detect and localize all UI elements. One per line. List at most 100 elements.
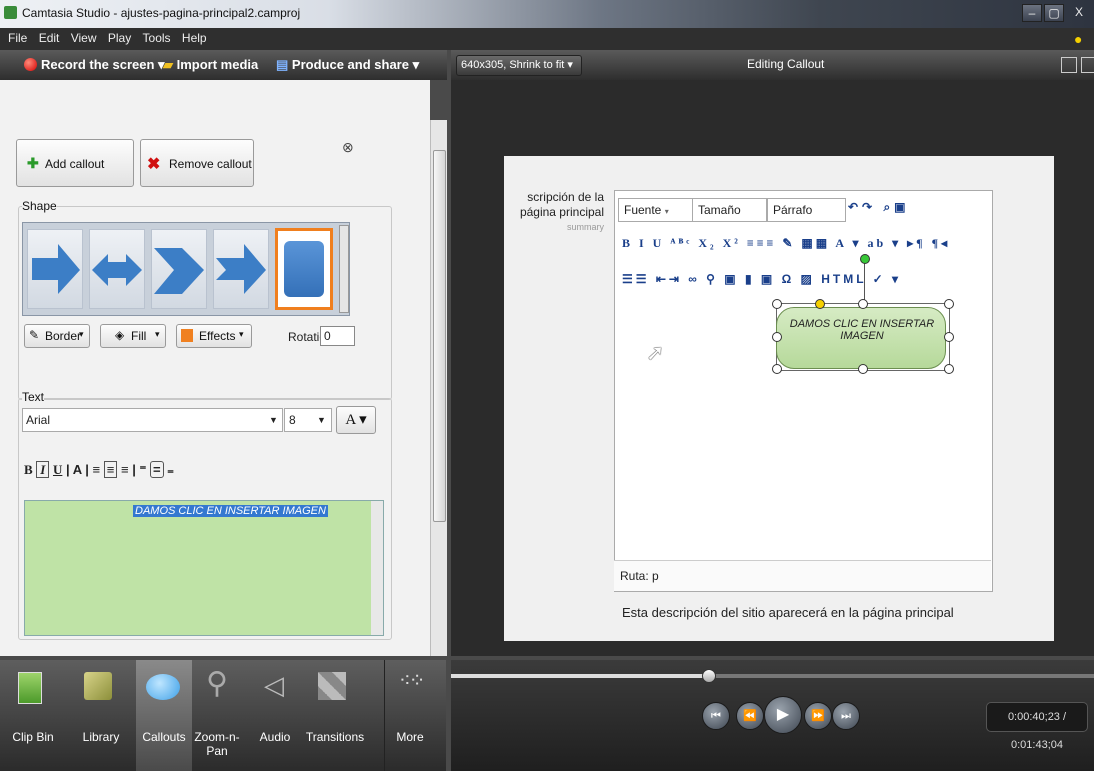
resize-handle-b[interactable]	[858, 364, 868, 374]
editor-size-value: Tamaño	[698, 203, 741, 217]
panel-scrollbar[interactable]	[430, 120, 447, 656]
font-size-select[interactable]: 8 ▼	[284, 408, 332, 432]
library-label: Library	[82, 730, 120, 744]
align-right-button[interactable]: ≡	[121, 462, 129, 477]
shape-chevron[interactable]	[151, 229, 207, 309]
preview-size-select[interactable]: 640x305, Shrink to fit ▾	[456, 55, 582, 76]
editor-path: Ruta: p	[620, 569, 659, 583]
menu-view[interactable]: View	[71, 31, 97, 45]
selected-callout-text: DAMOS CLIC EN INSERTAR IMAGEN	[133, 505, 328, 517]
fill-button[interactable]: ◈ Fill ▾	[100, 324, 166, 348]
callout-text: DAMOS CLIC EN INSERTAR IMAGEN	[789, 318, 935, 342]
callouts-icon	[146, 674, 180, 700]
play-button[interactable]: ▶	[764, 696, 802, 734]
editor-insert-row[interactable]: ☰☰ ⇤⇥ ∞ ⚲ ▣ ▮ ▣ Ω ▨ HTML ✓ ▾	[622, 272, 901, 286]
rewind-button[interactable]: ⏪	[736, 702, 764, 730]
zoom-n-pan-tab[interactable]: ⚲ Zoom-n-Pan	[192, 660, 252, 771]
fullscreen-icon[interactable]	[1061, 57, 1077, 73]
shape-arrow-right[interactable]	[27, 229, 83, 309]
editing-label: Editing Callout	[747, 57, 825, 71]
audio-tab[interactable]: ◁ Audio	[252, 660, 298, 771]
rotation-handle[interactable]	[860, 254, 870, 264]
border-dropdown-icon: ▾	[79, 329, 84, 339]
more-tab[interactable]: ⁖⁘ More	[384, 660, 435, 771]
effects-button[interactable]: Effects ▾	[176, 324, 252, 348]
menu-tools[interactable]: Tools	[143, 31, 171, 45]
menu-play[interactable]: Play	[108, 31, 131, 45]
remove-callout-button[interactable]: ✖ Remove callout	[140, 139, 254, 187]
italic-button[interactable]: I	[36, 461, 50, 478]
valign-top-button[interactable]: ⁼	[139, 462, 146, 477]
field-description: Esta descripción del sitio aparecerá en …	[622, 605, 954, 620]
transitions-icon	[318, 672, 346, 700]
panel-scroll-thumb[interactable]	[433, 150, 446, 522]
rotation-input[interactable]: 0	[320, 326, 355, 346]
import-label: Import media	[176, 57, 259, 72]
maximize-button[interactable]: ▢	[1044, 4, 1064, 22]
border-label: Border	[45, 329, 82, 343]
tail-handle[interactable]	[815, 299, 825, 309]
time-display: 0:00:40;23 / 0:01:43;04	[986, 702, 1088, 751]
resize-handle-tl[interactable]	[772, 299, 782, 309]
tip-bulb-icon[interactable]: ●	[1074, 31, 1082, 47]
resize-handle-r[interactable]	[944, 332, 954, 342]
menu-bar: File Edit View Play Tools Help ●	[0, 28, 1094, 50]
valign-middle-button[interactable]: =	[149, 461, 164, 478]
font-size-select-editor[interactable]: Tamaño	[692, 198, 767, 222]
font-dropdown-icon: ▼	[269, 415, 278, 425]
menu-file[interactable]: File	[8, 31, 27, 45]
effects-label: Effects	[199, 329, 236, 343]
zoom-n-pan-label: Zoom-n-Pan	[194, 730, 240, 758]
underline-button[interactable]: U	[53, 462, 62, 477]
minimize-button[interactable]: –	[1022, 4, 1042, 22]
bold-button[interactable]: B	[24, 462, 33, 477]
undo-redo-find-icons[interactable]: ↶↷ ⌕▣	[848, 200, 910, 215]
produce-share-button[interactable]: ▤ Produce and share ▾	[276, 57, 419, 73]
resize-handle-tr[interactable]	[944, 299, 954, 309]
border-button[interactable]: ✎ Border ▾	[24, 324, 90, 348]
shape-arrow-notch[interactable]	[213, 229, 269, 309]
callouts-tab-active[interactable]: Callouts	[136, 660, 192, 771]
transitions-tab[interactable]: Transitions	[298, 660, 372, 771]
import-media-button[interactable]: ▰ Import media	[163, 57, 258, 73]
font-family-select[interactable]: Fuente ▾	[618, 198, 693, 222]
align-center-button[interactable]: ≡	[103, 461, 118, 478]
align-left-button[interactable]: ≡	[93, 462, 101, 477]
menu-help[interactable]: Help	[182, 31, 207, 45]
detach-icon[interactable]	[1081, 57, 1094, 73]
library-tab[interactable]: Library	[66, 660, 136, 771]
fast-forward-button[interactable]: ⏩	[804, 702, 832, 730]
clip-bin-tab[interactable]: Clip Bin	[0, 660, 66, 771]
task-tabs: Clip Bin Library Callouts ⚲ Zoom-n-Pan ◁…	[0, 660, 446, 771]
menu-edit[interactable]: Edit	[39, 31, 60, 45]
callout-shape[interactable]: DAMOS CLIC EN INSERTAR IMAGEN	[776, 307, 946, 369]
font-color-button[interactable]: A ▾	[336, 406, 376, 434]
shape-arrow-double[interactable]	[89, 229, 145, 309]
resize-handle-bl[interactable]	[772, 364, 782, 374]
resize-handle-br[interactable]	[944, 364, 954, 374]
valign-bottom-button[interactable]: ₌	[167, 462, 174, 477]
callouts-label: Callouts	[142, 730, 186, 744]
record-screen-button[interactable]: Record the screen ▾	[24, 57, 165, 73]
font-select[interactable]: Arial ▼	[22, 408, 283, 432]
skip-start-button[interactable]: ⏮	[702, 702, 730, 730]
add-callout-button[interactable]: ✚ Add callout	[16, 139, 134, 187]
editor-format-row[interactable]: B I U ᴬᴮᶜ X₂ X² ≡≡≡ ✎ ▦▦ A ▾ ab ▾ ▸¶ ¶◂	[622, 236, 950, 251]
rotation-handle-line	[864, 258, 865, 304]
seek-knob[interactable]	[702, 669, 717, 683]
collapse-chevron-icon[interactable]: ⊗	[342, 139, 354, 156]
text-area-scrollbar[interactable]	[371, 501, 383, 635]
mouse-cursor-icon: ➚	[646, 340, 665, 365]
shape-rounded-rect-selected[interactable]	[275, 228, 333, 310]
shape-gallery-scroll[interactable]	[339, 225, 349, 313]
resize-handle-t[interactable]	[858, 299, 868, 309]
close-button[interactable]: X	[1070, 4, 1088, 20]
paragraph-select[interactable]: Párrafo	[767, 198, 846, 222]
text-style-button[interactable]: A	[73, 462, 82, 477]
skip-end-button[interactable]: ⏭	[832, 702, 860, 730]
produce-label: Produce and share ▾	[291, 57, 420, 72]
callout-text-area[interactable]: DAMOS CLIC EN INSERTAR IMAGEN	[24, 500, 384, 636]
audio-icon: ◁	[264, 670, 284, 700]
resize-handle-l[interactable]	[772, 332, 782, 342]
window-title: Camtasia Studio - ajustes-pagina-princip…	[22, 6, 301, 20]
